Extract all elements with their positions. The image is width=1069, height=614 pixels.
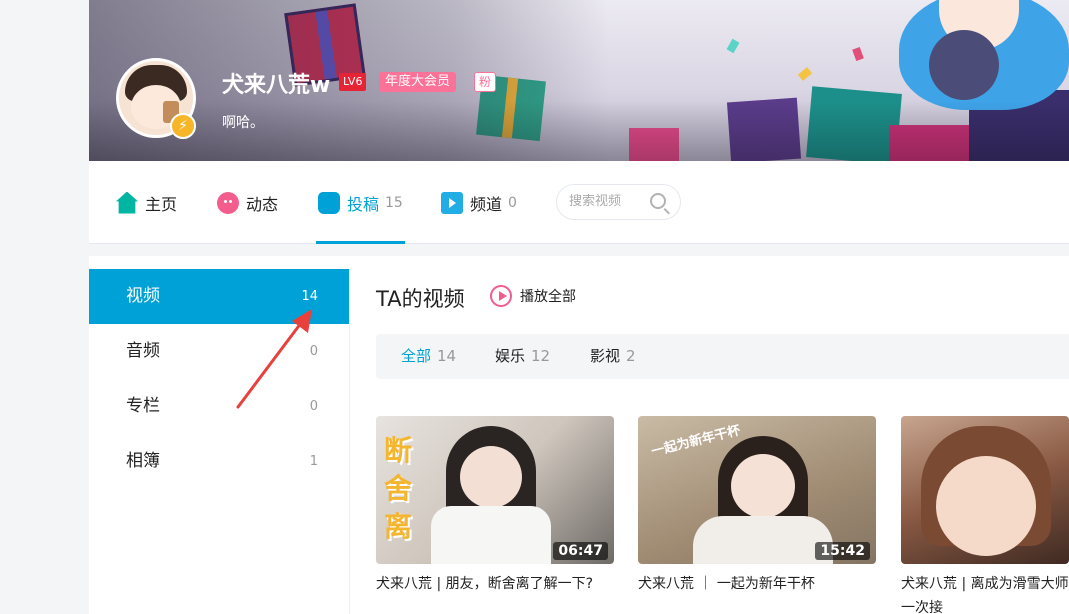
filter-count: 14 [437, 347, 457, 365]
tab-label: 动态 [246, 194, 279, 214]
sidebar-item-label: 专栏 [126, 396, 160, 416]
dynamic-icon [217, 191, 239, 214]
tab-home[interactable]: 主页 [116, 161, 177, 244]
confetti [797, 67, 813, 81]
video-card[interactable]: 一起为新年干杯 15:42 犬来八荒 ｜ 一起为新年干杯 [638, 416, 876, 596]
confetti [852, 46, 864, 62]
channel-icon [441, 191, 463, 214]
play-all-label: 播放全部 [520, 289, 576, 305]
video-title[interactable]: 犬来八荒 ｜ 一起为新年干杯 [638, 572, 876, 596]
tab-count: 0 [508, 194, 517, 211]
video-thumbnail[interactable]: 一起为新年干杯 15:42 [638, 416, 876, 564]
filter-all[interactable]: 全部 14 [401, 334, 456, 379]
tab-label: 频道 [470, 194, 503, 214]
video-duration: 15:42 [815, 542, 870, 560]
upload-icon [318, 191, 340, 214]
play-all-button[interactable]: 播放全部 [490, 285, 576, 307]
tab-count: 15 [385, 194, 403, 211]
sidebar-item-count: 1 [309, 454, 318, 469]
search-input[interactable] [569, 194, 649, 209]
tab-uploads[interactable]: 投稿 15 [316, 161, 405, 244]
user-signature: 啊哈。 [222, 115, 264, 131]
video-card[interactable]: 犬来八荒 | 离成为滑雪大师一次接 [901, 416, 1069, 614]
home-icon [116, 191, 138, 214]
video-thumbnail[interactable] [901, 416, 1069, 564]
thumbnail-overlay-text: 断舍离 [384, 434, 413, 543]
username: 犬来八荒w [222, 73, 331, 98]
sidebar-item-label: 音频 [126, 341, 160, 361]
video-title[interactable]: 犬来八荒 | 离成为滑雪大师一次接 [901, 572, 1069, 614]
confetti [726, 38, 740, 54]
level-badge: LV6 [339, 73, 367, 91]
filter-label: 影视 [590, 347, 621, 365]
filter-count: 2 [626, 347, 636, 365]
filter-entertainment[interactable]: 娱乐 12 [495, 334, 550, 379]
filter-film[interactable]: 影视 2 [590, 334, 636, 379]
tab-channel[interactable]: 频道 0 [441, 161, 517, 244]
plush-bear-illustration [929, 30, 999, 100]
video-duration: 06:47 [553, 542, 608, 560]
video-thumbnail[interactable]: 断舍离 06:47 [376, 416, 614, 564]
category-filter-bar: 全部 14 娱乐 12 影视 2 [376, 334, 1069, 379]
tab-label: 主页 [145, 194, 178, 214]
filter-label: 娱乐 [495, 347, 526, 365]
search-icon[interactable] [650, 193, 666, 209]
video-title[interactable]: 犬来八荒 | 朋友，断舍离了解一下? [376, 572, 614, 596]
tab-dynamic[interactable]: 动态 [217, 161, 278, 244]
fan-badge[interactable]: 粉 [474, 72, 497, 92]
filter-count: 12 [531, 347, 551, 365]
section-title: TA的视频 [376, 287, 465, 311]
filter-label: 全部 [401, 347, 432, 365]
annotation-arrow [236, 309, 312, 409]
play-icon [490, 285, 512, 307]
sidebar-item-label: 相簿 [126, 451, 160, 471]
video-card[interactable]: 断舍离 06:47 犬来八荒 | 朋友，断舍离了解一下? [376, 416, 614, 596]
search-box [556, 184, 681, 220]
sidebar-item-album[interactable]: 相簿 1 [89, 434, 349, 489]
sidebar-item-label: 视频 [126, 286, 160, 306]
lightning-verify-icon: ⚡ [170, 113, 196, 139]
vip-badge[interactable]: 年度大会员 [379, 72, 457, 92]
tab-label: 投稿 [347, 194, 380, 214]
